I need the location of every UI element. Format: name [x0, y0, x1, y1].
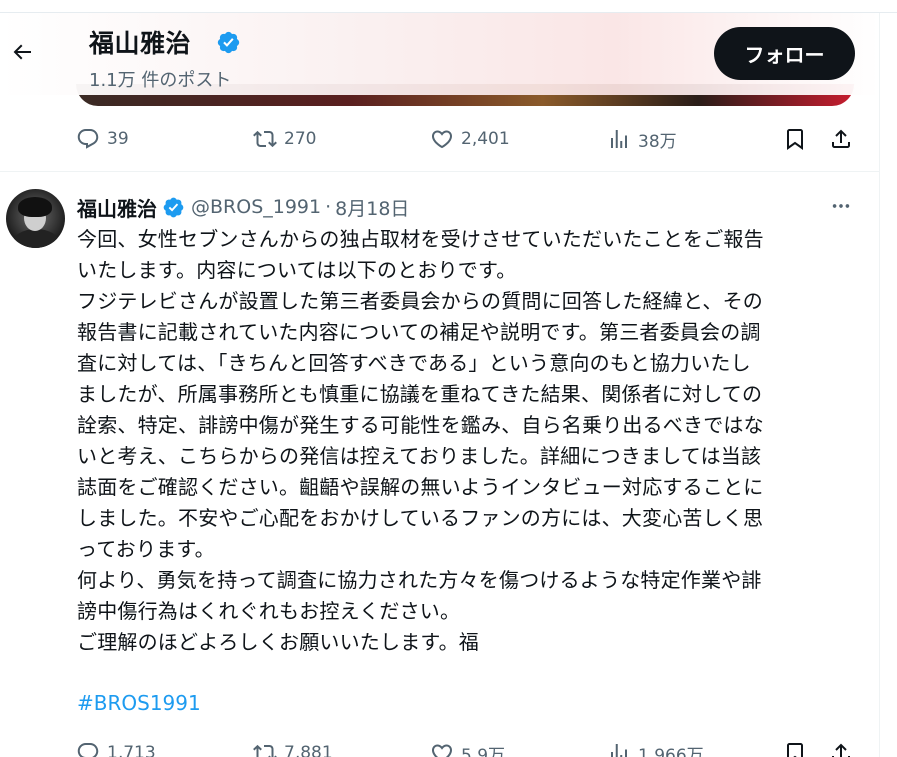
back-button[interactable]	[4, 34, 40, 70]
share-icon	[832, 743, 850, 757]
reply-count: 1,713	[107, 743, 156, 757]
post-count: 1.1万 件のポスト	[89, 70, 232, 91]
reply-icon	[77, 743, 99, 757]
tweet-line: ご理解のほどよろしくお願いいたします。福	[77, 630, 479, 654]
repost-icon	[253, 744, 277, 757]
verified-badge-icon	[217, 31, 240, 54]
tweet-header: 福山雅治 @BROS_1991 · 8月18日	[77, 193, 409, 221]
bookmark-icon	[787, 129, 803, 150]
tweet-line: 査に対しては、「きちんと回答すべきである」という意向のもと協力いたし	[77, 351, 751, 375]
views-button[interactable]: 38万	[607, 124, 677, 154]
tweet-line: っております。	[77, 537, 215, 561]
share-icon	[832, 129, 850, 148]
repost-button[interactable]: 7,881	[253, 738, 333, 757]
like-button[interactable]: 5.9万	[430, 738, 505, 757]
follow-button[interactable]: フォロー	[714, 27, 855, 80]
back-arrow-icon	[13, 44, 31, 60]
views-button[interactable]: 1,966万	[607, 738, 704, 757]
share-button[interactable]	[826, 124, 856, 154]
bookmark-button[interactable]	[780, 738, 810, 757]
tweet-line: 報告書に記載されていた内容についての補足や説明です。第三者委員会の調	[77, 320, 761, 344]
verified-badge-icon	[163, 197, 184, 217]
author-handle[interactable]: @BROS_1991	[191, 196, 321, 218]
like-count: 2,401	[461, 129, 510, 149]
tweet-line: しました。不安やご心配をおかけしているファンの方には、大変心苦しく思	[77, 506, 764, 530]
tweet-line: フジテレビさんが設置した第三者委員会からの質問に回答した経緯と、その	[77, 289, 763, 313]
previous-post-actions: 39 270 2,401 38万	[76, 124, 856, 154]
reply-count: 39	[107, 129, 129, 149]
views-count: 38万	[638, 131, 677, 152]
post-divider	[0, 171, 879, 172]
author-name[interactable]: 福山雅治	[77, 193, 157, 222]
repost-icon	[253, 130, 277, 148]
repost-count: 7,881	[284, 743, 333, 757]
repost-count: 270	[284, 129, 317, 149]
views-icon	[611, 130, 627, 148]
reply-icon	[77, 129, 99, 149]
tweet-line: 今回、女性セブンさんからの独占取材を受けさせていただいたことをご報告	[77, 227, 764, 251]
header-separator: ·	[325, 196, 332, 218]
tweet-line: いと考え、こちらからの発信は控えておりました。詳細につきましては当該	[77, 444, 762, 468]
column-border	[879, 13, 880, 757]
bookmark-icon	[787, 743, 803, 757]
tweet-line: 誌面をご確認ください。齟齬や誤解の無いようインタビュー対応することに	[77, 475, 764, 499]
tweet-actions: 1,713 7,881 5.9万 1,966万	[76, 738, 856, 757]
like-icon	[431, 130, 453, 149]
like-button[interactable]: 2,401	[430, 124, 510, 154]
tweet-line: いたします。内容については以下のとおりです。	[77, 258, 517, 282]
bookmark-button[interactable]	[780, 124, 810, 154]
views-icon	[611, 744, 627, 757]
more-options-button[interactable]	[823, 194, 859, 218]
reply-button[interactable]: 1,713	[76, 738, 156, 757]
tweet-line: 何より、勇気を持って調査に協力された方々を傷つけるような特定作業や誹	[77, 568, 762, 592]
share-button[interactable]	[826, 738, 856, 757]
post-date[interactable]: 8月18日	[335, 194, 409, 221]
more-icon	[832, 204, 850, 208]
avatar[interactable]	[6, 189, 65, 248]
reply-button[interactable]: 39	[76, 124, 129, 154]
repost-button[interactable]: 270	[253, 124, 316, 154]
tweet-line: 詮索、特定、誹謗中傷が発生する可能性を鑑み、自ら名乗り出るべきではな	[77, 413, 764, 437]
views-count: 1,966万	[638, 745, 704, 757]
tweet-line: 謗中傷行為はくれぐれもお控えください。	[77, 599, 461, 623]
profile-name: 福山雅治	[89, 29, 192, 58]
tweet-text: 今回、女性セブンさんからの独占取材を受けさせていただいたことをご報告 いたします…	[77, 224, 852, 658]
tweet-line: ましたが、所属事務所とも慎重に協議を重ねてきた結果、関係者に対しての	[77, 382, 763, 406]
like-icon	[432, 744, 452, 757]
hashtag-link[interactable]: #BROS1991	[77, 688, 201, 719]
like-count: 5.9万	[461, 745, 506, 757]
